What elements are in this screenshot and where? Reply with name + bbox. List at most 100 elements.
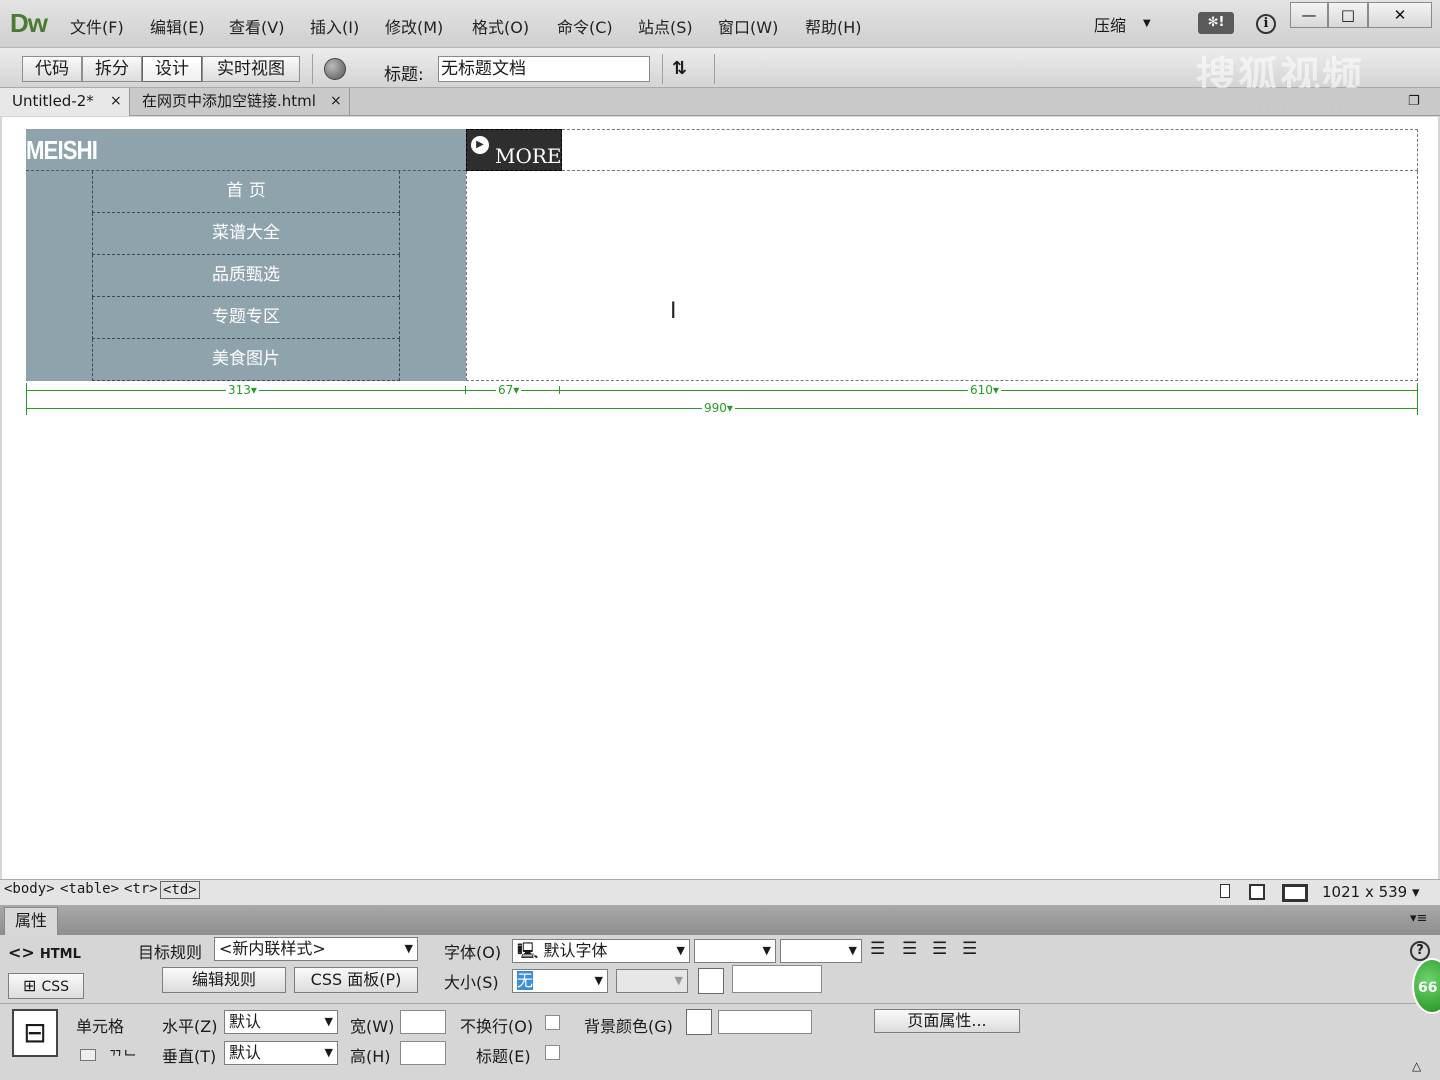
- column-width-313[interactable]: 313▾: [226, 383, 259, 397]
- desktop-size-icon[interactable]: [1282, 884, 1308, 902]
- tag-body[interactable]: <body>: [4, 881, 55, 897]
- target-rule-value: <新内联样式>: [219, 939, 326, 958]
- menu-view[interactable]: 查看(V): [229, 14, 284, 38]
- collapse-icon[interactable]: △: [1412, 1059, 1421, 1073]
- close-icon[interactable]: ×: [330, 93, 342, 109]
- table-width-990[interactable]: 990▾: [702, 401, 735, 415]
- font-select[interactable]: 🖳 默认字体 ▼: [512, 939, 690, 963]
- app-logo: Dw: [10, 8, 48, 38]
- file-transfer-icon[interactable]: ⇅: [672, 58, 687, 79]
- code-icon: <>: [8, 943, 35, 962]
- live-view-button[interactable]: 实时视图: [202, 56, 300, 82]
- logo-cell[interactable]: MEISHI: [26, 129, 466, 171]
- close-button[interactable]: ✕: [1368, 2, 1432, 28]
- column-width-610[interactable]: 610▾: [968, 383, 1001, 397]
- mobile-size-icon[interactable]: [1220, 884, 1230, 898]
- height-input[interactable]: [400, 1041, 446, 1065]
- width-label: 宽(W): [350, 1017, 395, 1036]
- font-style-select[interactable]: ▼: [694, 939, 776, 963]
- browser-preview-icon[interactable]: [324, 58, 346, 80]
- more-cell[interactable]: ▶ MORE: [466, 129, 562, 171]
- align-left-icon[interactable]: ☰: [870, 939, 885, 959]
- align-center-icon[interactable]: ☰: [902, 939, 917, 959]
- menu-modify[interactable]: 修改(M): [385, 14, 443, 38]
- html-label: HTML: [39, 947, 81, 962]
- tag-tr[interactable]: <tr>: [124, 881, 158, 897]
- nav-item-recipes[interactable]: 菜谱大全: [92, 213, 400, 255]
- tablet-size-icon[interactable]: [1249, 884, 1265, 900]
- tag-td[interactable]: <td>: [160, 881, 200, 899]
- column-width-67[interactable]: 67▾: [496, 383, 522, 397]
- size-unit-select[interactable]: ▼: [616, 969, 688, 993]
- menu-insert[interactable]: 插入(I): [310, 14, 359, 38]
- font-weight-select[interactable]: ▼: [780, 939, 862, 963]
- cs-live-icon[interactable]: ✻!: [1198, 12, 1234, 34]
- design-view-button[interactable]: 设计: [142, 56, 202, 82]
- nav-item-home[interactable]: 首 页: [92, 171, 400, 213]
- properties-panel: <> HTML ⊞ CSS 目标规则 <新内联样式> ▼ 编辑规则 CSS 面板(…: [0, 935, 1440, 1080]
- maximize-button[interactable]: □: [1328, 2, 1368, 28]
- menu-format[interactable]: 格式(O): [472, 14, 529, 38]
- css-panel-button[interactable]: CSS 面板(P): [294, 967, 418, 993]
- layout-table[interactable]: MEISHI ▶ MORE 首 页 菜谱大全 品质甄选 专题专区 美食图片: [26, 129, 1418, 381]
- menu-site[interactable]: 站点(S): [638, 14, 693, 38]
- chevron-down-icon: ▼: [324, 1015, 333, 1028]
- chevron-down-icon[interactable]: ▼: [1143, 18, 1151, 29]
- nav-item-quality[interactable]: 品质甄选: [92, 255, 400, 297]
- bgcolor-swatch[interactable]: [686, 1009, 712, 1035]
- horizontal-select[interactable]: 默认 ▼: [224, 1010, 338, 1034]
- target-rule-select[interactable]: <新内联样式> ▼: [214, 937, 418, 961]
- dreamweaver-window: Dw 文件(F) 编辑(E) 查看(V) 插入(I) 修改(M) 格式(O) 命…: [0, 0, 1440, 1080]
- width-input[interactable]: [400, 1010, 446, 1034]
- align-right-icon[interactable]: ☰: [932, 939, 947, 959]
- menu-window[interactable]: 窗口(W): [718, 14, 778, 38]
- window-size[interactable]: 1021 x 539 ▾: [1322, 883, 1420, 901]
- header-checkbox[interactable]: [545, 1045, 560, 1060]
- design-view[interactable]: MEISHI ▶ MORE 首 页 菜谱大全 品质甄选 专题专区 美食图片 I …: [2, 117, 1438, 879]
- menu-edit[interactable]: 编辑(E): [150, 14, 205, 38]
- bgcolor-input[interactable]: [718, 1010, 812, 1034]
- nowrap-checkbox[interactable]: [545, 1015, 560, 1030]
- title-label: 标题:: [384, 65, 424, 85]
- text-color-swatch[interactable]: [698, 968, 724, 994]
- page-properties-button[interactable]: 页面属性...: [874, 1009, 1020, 1033]
- header-empty-cell[interactable]: [562, 129, 1418, 171]
- menu-help[interactable]: 帮助(H): [805, 14, 862, 38]
- panel-menu-icon[interactable]: ▾≡: [1410, 911, 1427, 926]
- edit-rule-button[interactable]: 编辑规则: [162, 967, 286, 993]
- nav-column[interactable]: 首 页 菜谱大全 品质甄选 专题专区 美食图片: [26, 171, 466, 381]
- nav-item-topics[interactable]: 专题专区: [92, 297, 400, 339]
- css-mode-button[interactable]: ⊞ CSS: [8, 973, 84, 999]
- workspace-switcher[interactable]: 压缩: [1094, 12, 1126, 36]
- close-icon[interactable]: ×: [110, 93, 122, 109]
- restore-icon[interactable]: ❐: [1408, 94, 1420, 109]
- font-value: 默认字体: [543, 941, 608, 960]
- nav-item-photos[interactable]: 美食图片: [92, 339, 400, 381]
- tab-properties[interactable]: 属性: [4, 907, 58, 935]
- info-icon[interactable]: i: [1256, 14, 1276, 34]
- split-cells-icon[interactable]: ᄁᄂ: [108, 1043, 137, 1067]
- tag-table[interactable]: <table>: [60, 881, 119, 897]
- menu-commands[interactable]: 命令(C): [557, 14, 613, 38]
- tab-add-empty-link[interactable]: 在网页中添加空链接.html: [130, 88, 350, 116]
- ruler-tick: [1417, 383, 1418, 415]
- split-view-button[interactable]: 拆分: [82, 56, 142, 82]
- more-link[interactable]: MORE: [495, 144, 562, 168]
- merge-cells-icon[interactable]: [80, 1049, 96, 1061]
- minimize-button[interactable]: —: [1290, 2, 1328, 28]
- chevron-down-icon: ▼: [324, 1046, 333, 1059]
- code-view-button[interactable]: 代码: [22, 56, 82, 82]
- ruler-tick: [26, 383, 27, 415]
- align-justify-icon[interactable]: ☰: [962, 939, 977, 959]
- text-color-input[interactable]: [732, 965, 822, 993]
- content-cell[interactable]: [466, 171, 1418, 381]
- chevron-down-icon: ▼: [762, 944, 771, 957]
- title-input[interactable]: 无标题文档: [438, 56, 650, 82]
- size-select[interactable]: 无 ▼: [512, 969, 608, 993]
- html-mode-button[interactable]: <> HTML: [8, 941, 84, 967]
- nowrap-label: 不换行(O): [460, 1017, 534, 1036]
- vertical-value: 默认: [229, 1043, 262, 1062]
- menu-file[interactable]: 文件(F): [70, 14, 124, 38]
- menu-bar: Dw 文件(F) 编辑(E) 查看(V) 插入(I) 修改(M) 格式(O) 命…: [0, 0, 1440, 48]
- vertical-select[interactable]: 默认 ▼: [224, 1041, 338, 1065]
